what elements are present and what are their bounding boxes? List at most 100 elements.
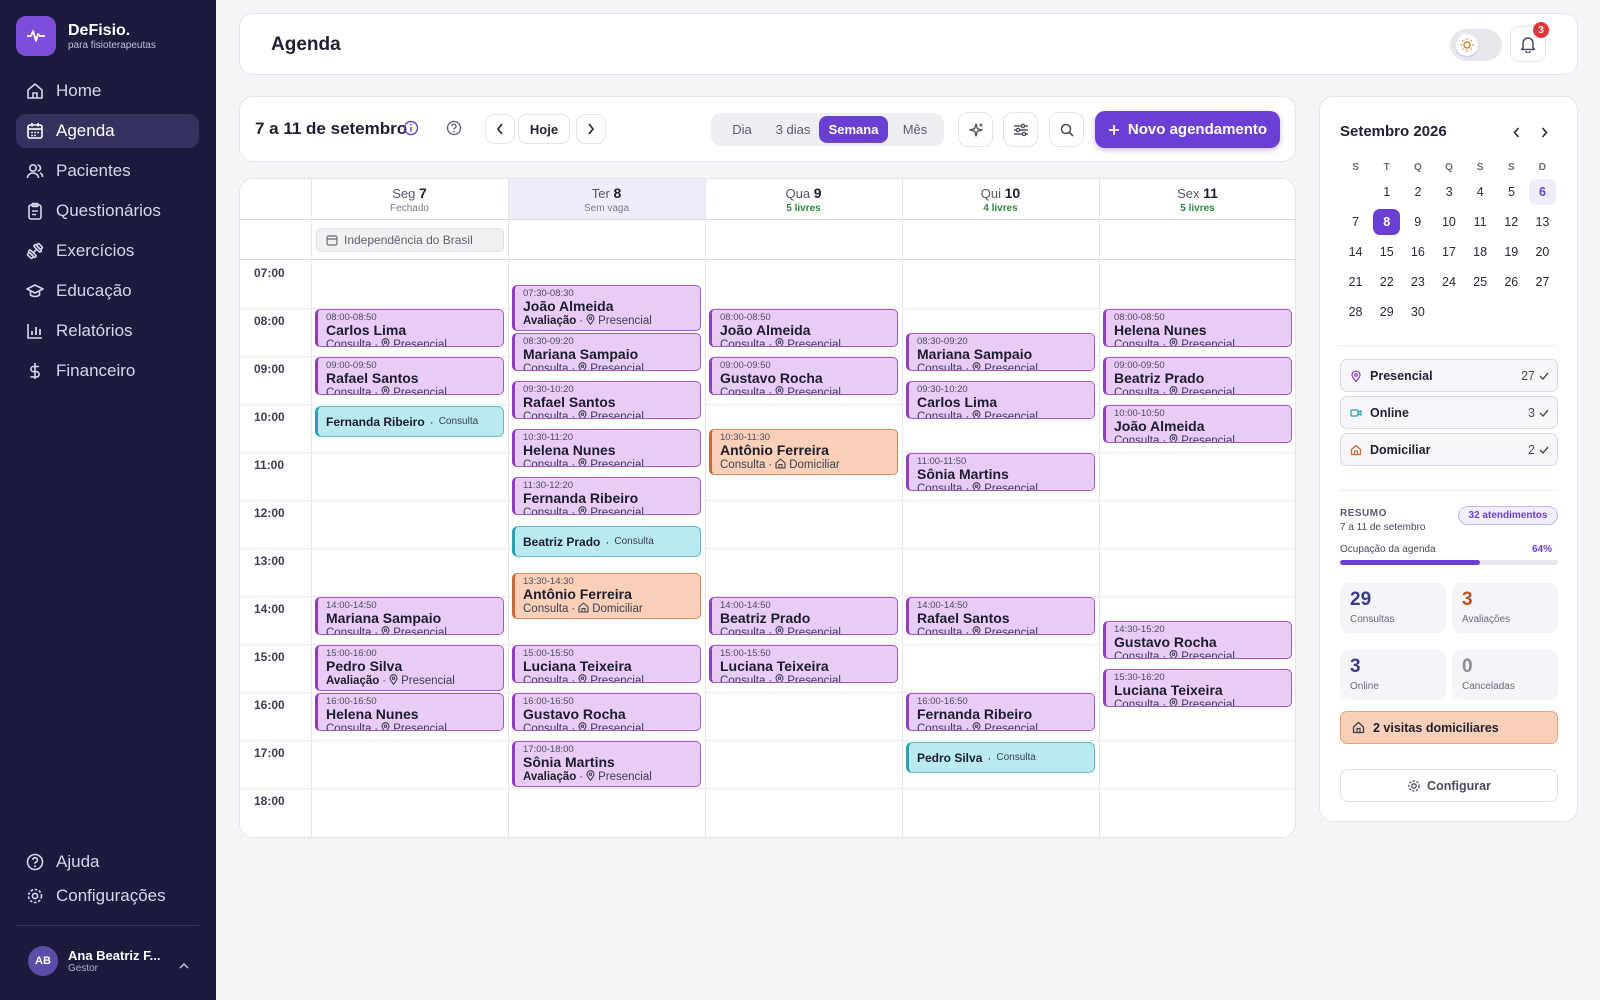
- mini-day[interactable]: 16: [1402, 245, 1433, 259]
- filter-presencial[interactable]: Presencial 27: [1340, 359, 1558, 392]
- mini-day[interactable]: 26: [1496, 275, 1527, 289]
- prev-week-button[interactable]: [485, 114, 515, 144]
- mini-day[interactable]: 20: [1527, 245, 1558, 259]
- mini-day[interactable]: 1: [1371, 185, 1402, 199]
- nav-item-agenda[interactable]: Agenda: [16, 114, 199, 148]
- online-appointment[interactable]: Pedro Silva · Consulta: [906, 742, 1095, 773]
- configure-button[interactable]: Configurar: [1340, 769, 1558, 802]
- mini-day[interactable]: 8: [1373, 209, 1401, 235]
- day-header-qui[interactable]: Qui 10 4 livres: [902, 179, 1099, 219]
- day-header-ter[interactable]: Ter 8 Sem vaga: [508, 179, 705, 219]
- mini-day[interactable]: 23: [1402, 275, 1433, 289]
- day-header-sex[interactable]: Sex 11 5 livres: [1099, 179, 1295, 219]
- next-week-button[interactable]: [576, 114, 606, 144]
- appointment-card[interactable]: 09:30-10:20 Carlos Lima Consulta · Presenc…: [906, 381, 1095, 419]
- appointment-card[interactable]: 08:30-09:20 Mariana Sampaio Consulta · Pre…: [512, 333, 701, 371]
- appointment-card[interactable]: 17:00-18:00 Sônia Martins Avaliação · Pres…: [512, 741, 701, 787]
- mini-day[interactable]: 27: [1527, 275, 1558, 289]
- mini-day[interactable]: 3: [1434, 185, 1465, 199]
- nav-item-financeiro[interactable]: Financeiro: [16, 354, 199, 388]
- mini-day[interactable]: 12: [1496, 215, 1527, 229]
- help-icon[interactable]: [446, 120, 462, 136]
- appointment-card[interactable]: 16:00-16:50 Fernanda Ribeiro Consulta · Pr…: [906, 693, 1095, 731]
- theme-toggle[interactable]: [1450, 29, 1502, 61]
- mini-day[interactable]: 11: [1465, 215, 1496, 229]
- search-button[interactable]: [1049, 112, 1084, 147]
- appointment-card[interactable]: 14:00-14:50 Rafael Santos Consulta · Prese…: [906, 597, 1095, 635]
- mini-day[interactable]: 6: [1529, 179, 1557, 205]
- appointment-card[interactable]: 10:00-10:50 João Almeida Consulta · Presen…: [1103, 405, 1292, 443]
- notifications-button[interactable]: 3: [1510, 22, 1549, 62]
- mini-day[interactable]: 18: [1465, 245, 1496, 259]
- appointment-card[interactable]: 15:00-16:00 Pedro Silva Avaliação · Presen…: [315, 645, 504, 691]
- mini-day[interactable]: 14: [1340, 245, 1371, 259]
- appointment-card[interactable]: 15:30-16:20 Luciana Teixeira Consulta · Pr…: [1103, 669, 1292, 707]
- user-menu[interactable]: AB Ana Beatriz F... Gestor: [28, 946, 160, 976]
- filter-online[interactable]: Online 3: [1340, 396, 1558, 429]
- appointment-card[interactable]: 08:00-08:50 Carlos Lima Consulta · Presenc…: [315, 309, 504, 347]
- mini-day[interactable]: 15: [1371, 245, 1402, 259]
- view-option-dia[interactable]: Dia: [719, 116, 765, 143]
- appointment-card[interactable]: 09:30-10:20 Rafael Santos Consulta · Prese…: [512, 381, 701, 419]
- mini-day[interactable]: 5: [1496, 185, 1527, 199]
- appointment-card[interactable]: 11:30-12:20 Fernanda Ribeiro Consulta · Pr…: [512, 477, 701, 515]
- nav-item-relatorios[interactable]: Relatórios: [16, 314, 199, 348]
- mini-day[interactable]: 13: [1527, 215, 1558, 229]
- appointment-card[interactable]: 13:30-14:30 Antônio Ferreira Consulta · Do…: [512, 573, 701, 619]
- mini-day[interactable]: 28: [1340, 305, 1371, 319]
- nav-item-exercicios[interactable]: Exercícios: [16, 234, 199, 268]
- appointment-card[interactable]: 10:30-11:30 Antônio Ferreira Consulta · Do…: [709, 429, 898, 475]
- day-header-seg[interactable]: Seg 7 Fechado: [311, 179, 508, 219]
- view-option-mês[interactable]: Mês: [892, 116, 938, 143]
- day-header-qua[interactable]: Qua 9 5 livres: [705, 179, 902, 219]
- mini-day[interactable]: 4: [1465, 185, 1496, 199]
- mini-day[interactable]: 29: [1371, 305, 1402, 319]
- appointment-card[interactable]: 14:00-14:50 Mariana Sampaio Consulta · Pre…: [315, 597, 504, 635]
- nav-item-configuracoes[interactable]: Configurações: [16, 879, 199, 913]
- mini-day[interactable]: 9: [1402, 215, 1433, 229]
- appointment-card[interactable]: 08:30-09:20 Mariana Sampaio Consulta · Pre…: [906, 333, 1095, 371]
- appointment-card[interactable]: 09:00-09:50 Rafael Santos Consulta · Prese…: [315, 357, 504, 395]
- nav-item-home[interactable]: Home: [16, 74, 199, 108]
- view-option-semana[interactable]: Semana: [819, 116, 888, 143]
- nav-item-educacao[interactable]: Educação: [16, 274, 199, 308]
- appointment-card[interactable]: 16:00-16:50 Gustavo Rocha Consulta · Prese…: [512, 693, 701, 731]
- mini-day[interactable]: 10: [1433, 215, 1464, 229]
- holiday-banner[interactable]: Independência do Brasil: [316, 228, 504, 252]
- appointment-card[interactable]: 08:00-08:50 Helena Nunes Consulta · Presen…: [1103, 309, 1292, 347]
- online-appointment[interactable]: Fernanda Ribeiro · Consulta: [315, 406, 504, 437]
- appointment-card[interactable]: 15:00-15:50 Luciana Teixeira Consulta · Pr…: [709, 645, 898, 683]
- appointment-card[interactable]: 14:00-14:50 Beatriz Prado Consulta · Prese…: [709, 597, 898, 635]
- chevron-up-icon[interactable]: [178, 962, 190, 970]
- mini-day[interactable]: 30: [1402, 305, 1433, 319]
- appointment-card[interactable]: 10:30-11:20 Helena Nunes Consulta · Presen…: [512, 429, 701, 467]
- appointment-card[interactable]: 07:30-08:30 João Almeida Avaliação · Prese…: [512, 285, 701, 331]
- mini-day[interactable]: 24: [1433, 275, 1464, 289]
- appointment-card[interactable]: 09:00-09:50 Beatriz Prado Consulta · Prese…: [1103, 357, 1292, 395]
- appointment-card[interactable]: 09:00-09:50 Gustavo Rocha Consulta · Prese…: [709, 357, 898, 395]
- online-appointment[interactable]: Beatriz Prado · Consulta: [512, 526, 701, 557]
- nav-item-ajuda[interactable]: Ajuda: [16, 845, 199, 879]
- appointment-card[interactable]: 15:00-15:50 Luciana Teixeira Consulta · Pr…: [512, 645, 701, 683]
- nav-item-pacientes[interactable]: Pacientes: [16, 154, 199, 188]
- appointment-card[interactable]: 08:00-08:50 João Almeida Consulta · Presen…: [709, 309, 898, 347]
- nav-item-questionarios[interactable]: Questionários: [16, 194, 199, 228]
- mini-day[interactable]: 7: [1340, 215, 1371, 229]
- ai-sparkle-button[interactable]: [958, 112, 993, 147]
- appointment-card[interactable]: 11:00-11:50 Sônia Martins Consulta · Prese…: [906, 453, 1095, 491]
- info-icon[interactable]: [403, 120, 419, 136]
- filters-button[interactable]: [1003, 112, 1038, 147]
- home-visits-banner[interactable]: 2 visitas domiciliares: [1340, 711, 1558, 744]
- mini-day[interactable]: 25: [1465, 275, 1496, 289]
- today-button[interactable]: Hoje: [518, 114, 570, 144]
- prev-month-button[interactable]: [1510, 123, 1522, 141]
- mini-day[interactable]: 17: [1433, 245, 1464, 259]
- filter-domiciliar[interactable]: Domiciliar 2: [1340, 433, 1558, 466]
- view-option-3-dias[interactable]: 3 dias: [767, 116, 819, 143]
- new-appointment-button[interactable]: Novo agendamento: [1095, 111, 1280, 148]
- appointment-card[interactable]: 14:30-15:20 Gustavo Rocha Consulta · Prese…: [1103, 621, 1292, 659]
- mini-day[interactable]: 21: [1340, 275, 1371, 289]
- brand[interactable]: DeFisio. para fisioterapeutas: [16, 16, 156, 56]
- appointment-card[interactable]: 16:00-16:50 Helena Nunes Consulta · Presen…: [315, 693, 504, 731]
- mini-day[interactable]: 22: [1371, 275, 1402, 289]
